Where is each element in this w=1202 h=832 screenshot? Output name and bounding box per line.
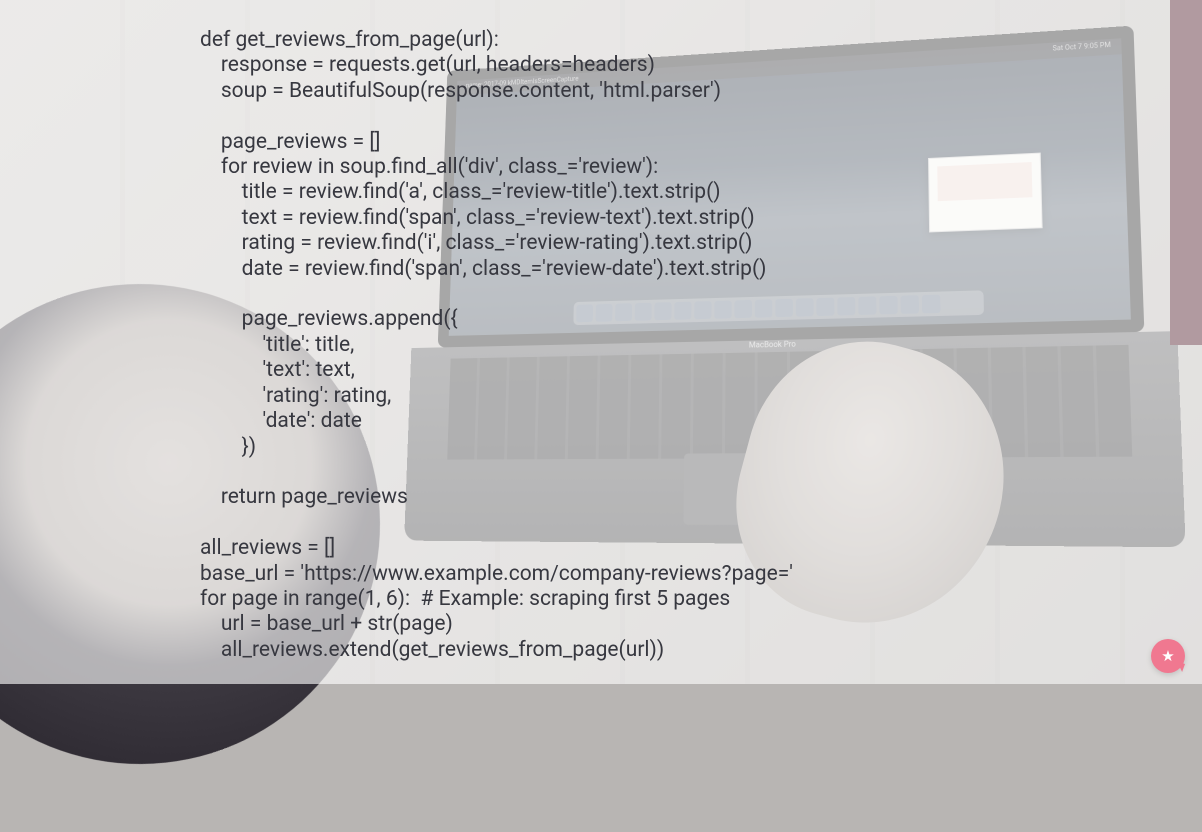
floating-action-button[interactable]: ★ — [1151, 639, 1185, 673]
python-code-snippet: def get_reviews_from_page(url): response… — [200, 28, 793, 663]
star-icon: ★ — [1161, 647, 1174, 665]
right-sidebar-strip — [1170, 0, 1202, 345]
article-content-panel: def get_reviews_from_page(url): response… — [0, 0, 1140, 684]
